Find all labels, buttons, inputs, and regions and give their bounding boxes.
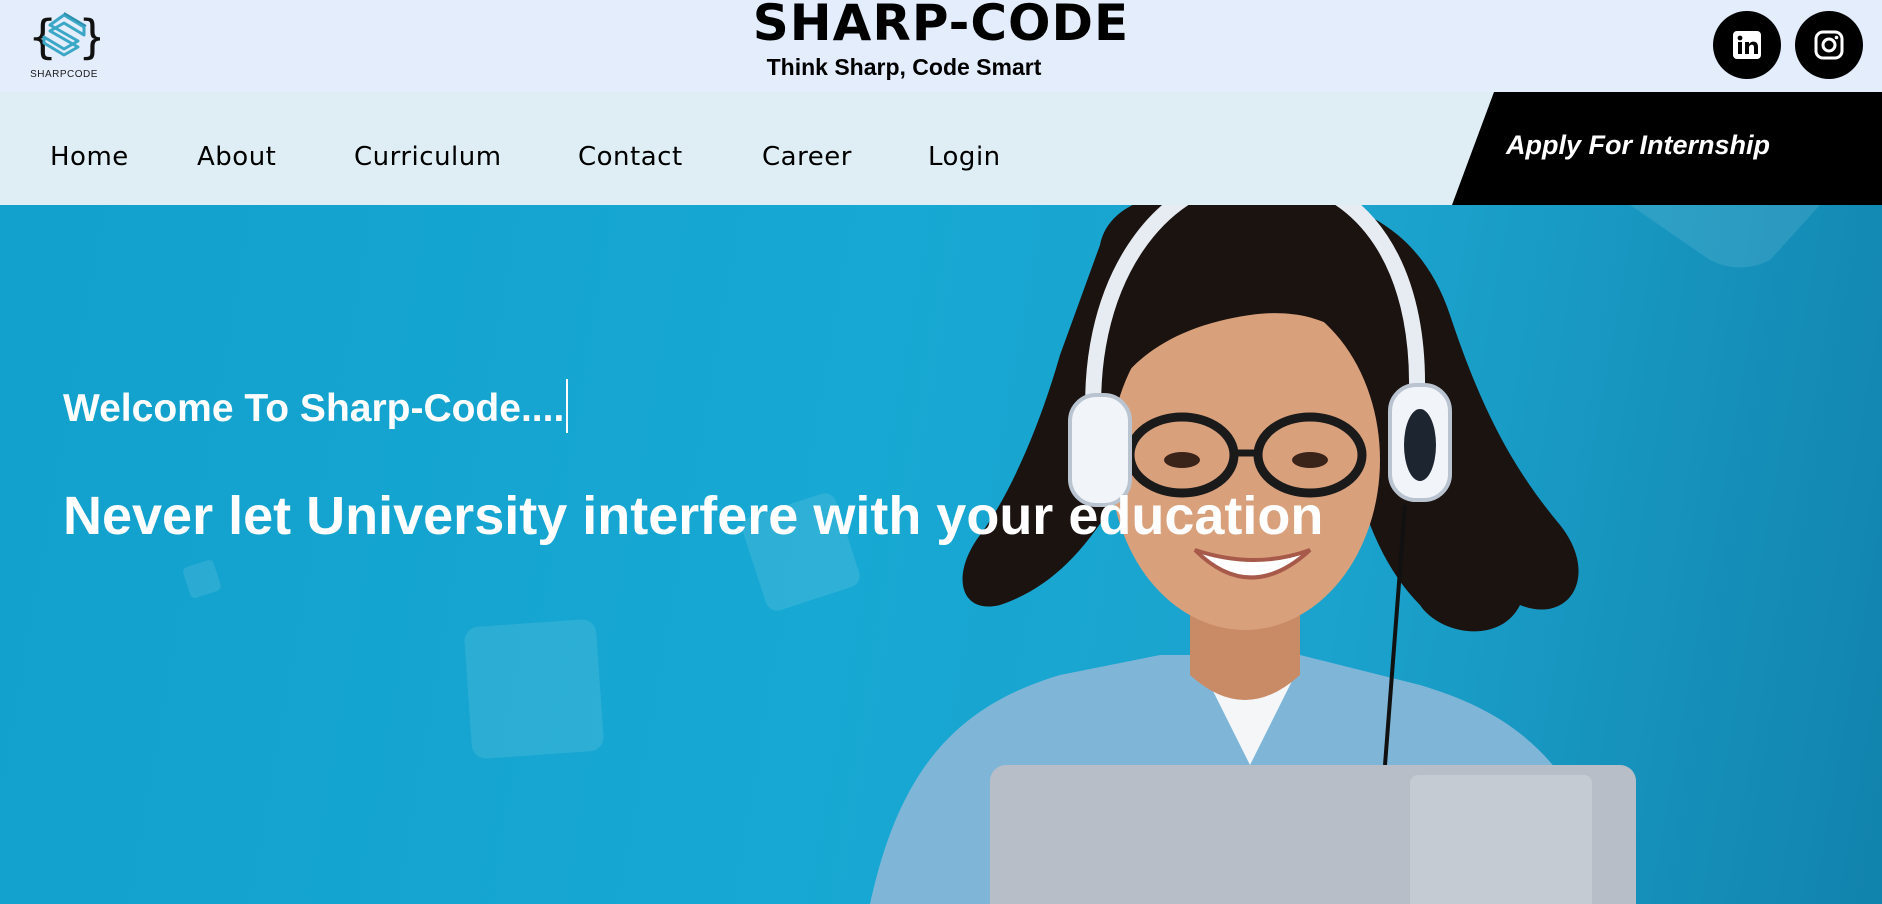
hero-welcome-text: Welcome To Sharp-Code.... (63, 378, 569, 433)
nav-item-login[interactable]: Login (928, 142, 1001, 172)
instagram-button[interactable] (1795, 11, 1863, 79)
nav-item-contact[interactable]: Contact (578, 142, 683, 172)
typing-caret (566, 378, 569, 433)
nav-item-career[interactable]: Career (762, 142, 852, 172)
decor-square (464, 619, 604, 759)
brand-tagline: Think Sharp, Code Smart (766, 54, 1042, 80)
decor-square (183, 560, 221, 598)
instagram-icon (1814, 30, 1844, 60)
linkedin-icon (1733, 31, 1761, 59)
brand-title: SHARP-CODE (752, 0, 1130, 52)
hero-illustration (183, 205, 1820, 904)
nav-item-curriculum[interactable]: Curriculum (354, 142, 502, 172)
decor-shape (1630, 205, 1820, 268)
hero-welcome-label: Welcome To Sharp-Code.... (63, 387, 565, 430)
nav-item-about[interactable]: About (197, 142, 276, 172)
hero-headline: Never let University interfere with your… (63, 486, 1324, 546)
nav-item-home[interactable]: Home (50, 142, 129, 172)
apply-internship-button[interactable]: Apply For Internship (1452, 92, 1882, 205)
top-header: { } SHARPCODE SHARP-CODE Think Sharp, Co… (0, 0, 1882, 92)
hero-banner: Welcome To Sharp-Code.... Never let Univ… (0, 205, 1882, 904)
apply-internship-label: Apply For Internship (1506, 130, 1771, 160)
linkedin-button[interactable] (1713, 11, 1781, 79)
